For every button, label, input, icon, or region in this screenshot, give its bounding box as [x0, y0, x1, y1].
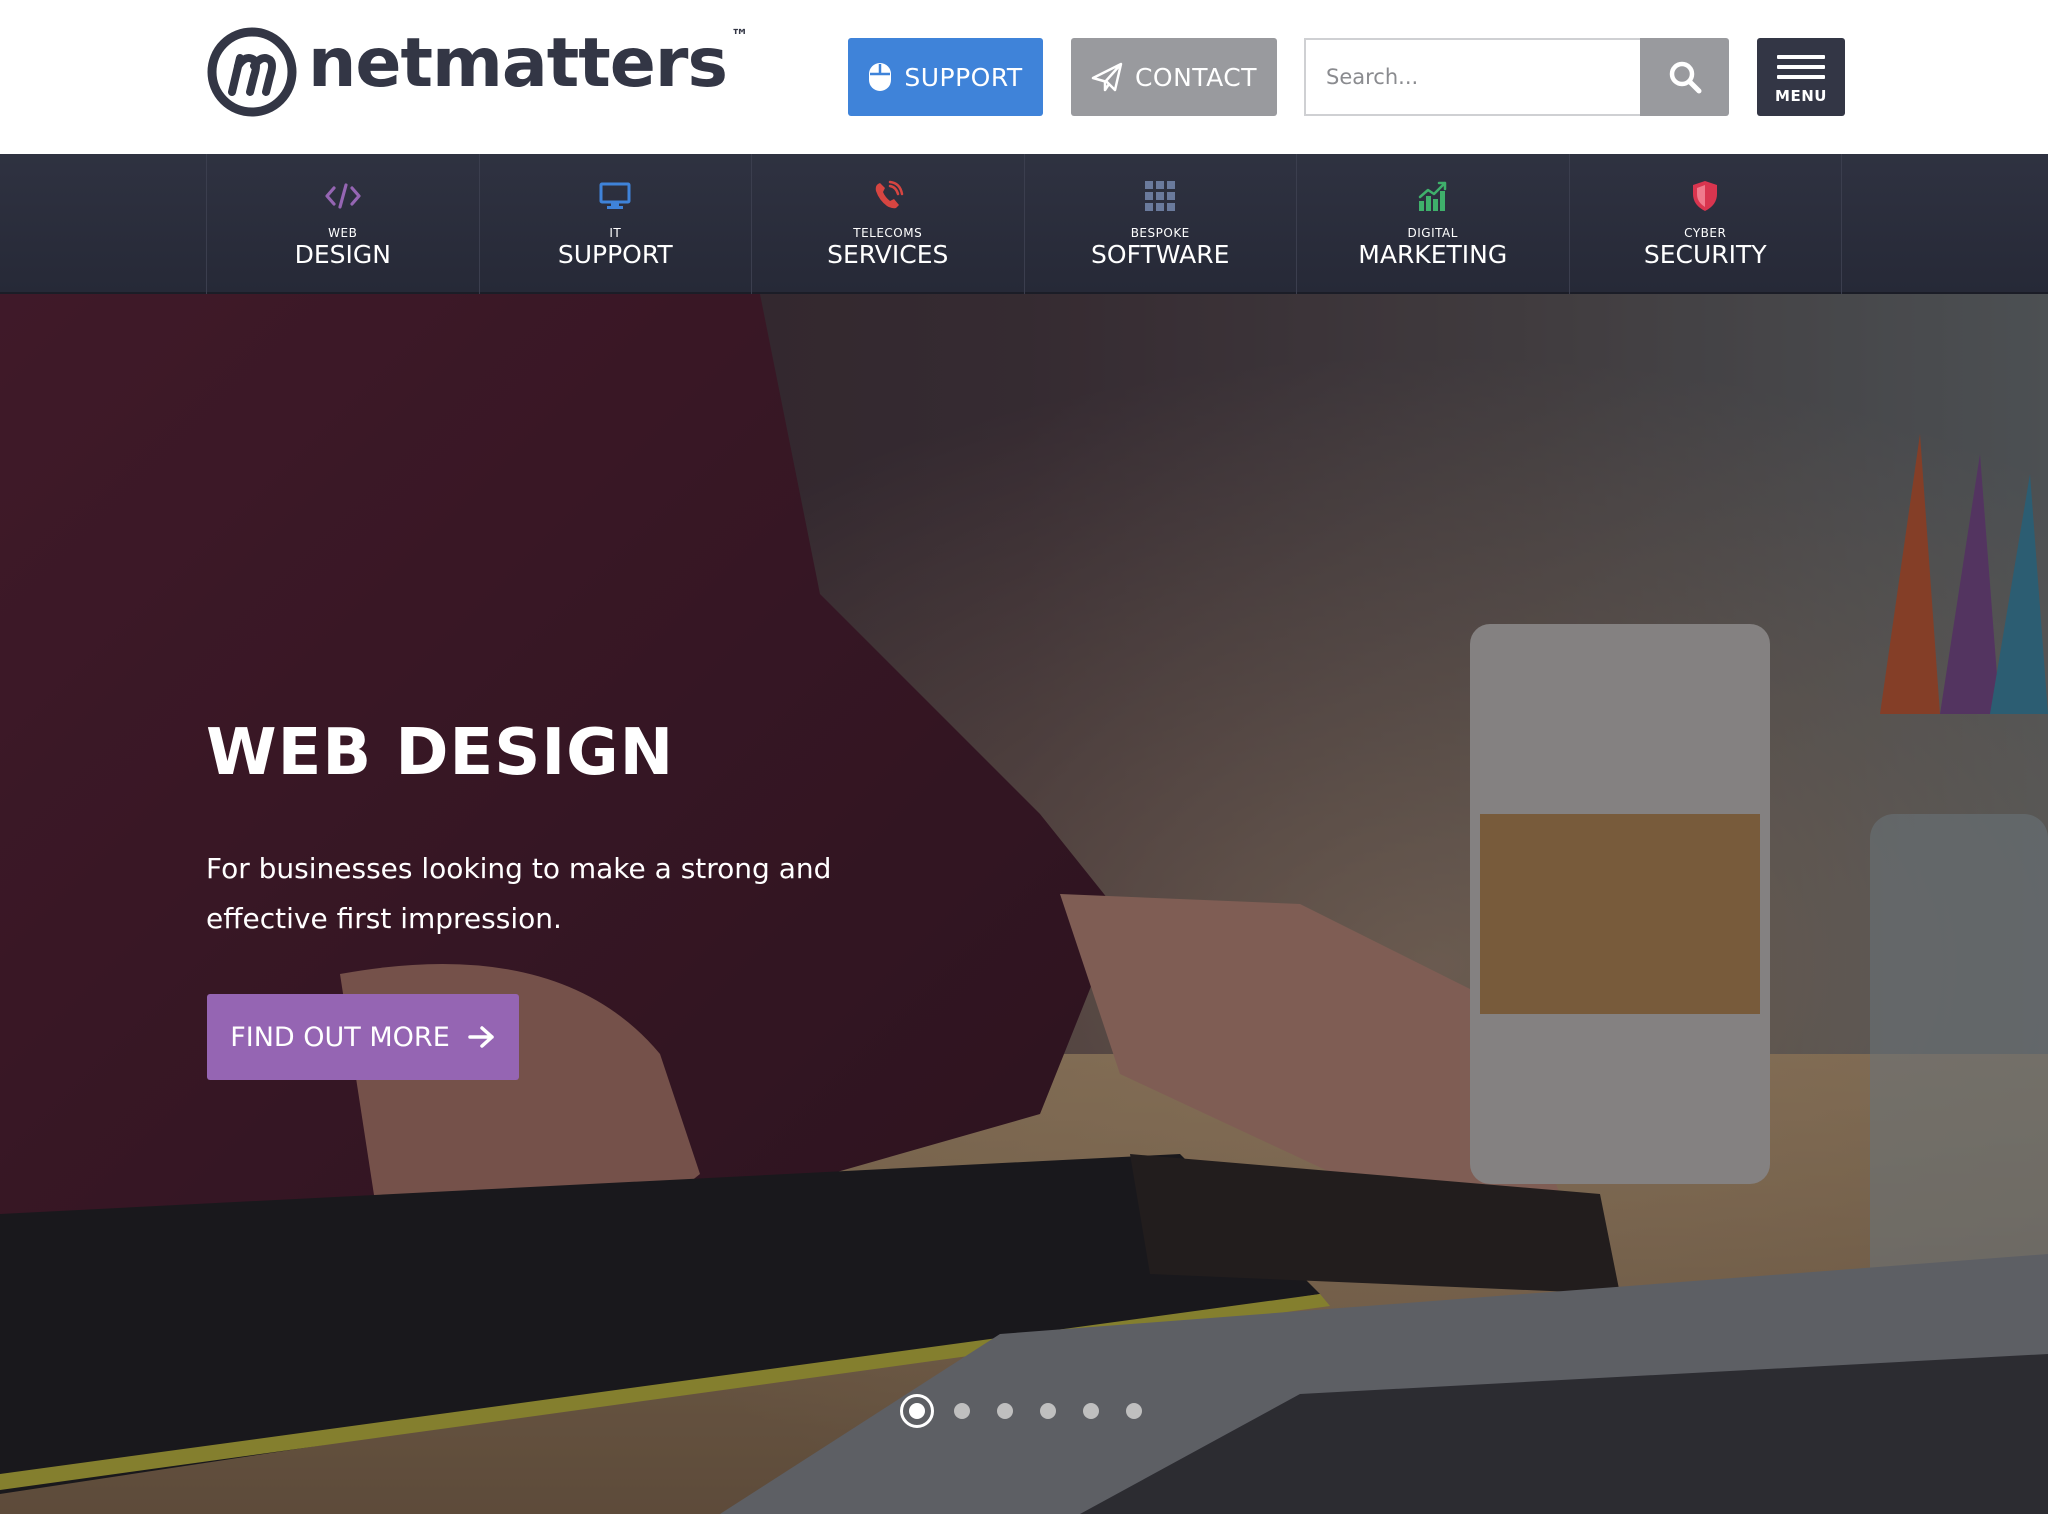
- nav-item-small-label: IT: [609, 226, 622, 240]
- nav-item-small-label: DIGITAL: [1407, 226, 1458, 240]
- mouse-icon: [869, 63, 892, 91]
- contact-button-label: CONTACT: [1134, 62, 1258, 92]
- hero-slider: WEB DESIGN For businesses looking to mak…: [0, 294, 2048, 1514]
- slide-dot[interactable]: [997, 1403, 1013, 1419]
- arrow-right-icon: [468, 1026, 494, 1048]
- support-button-label: SUPPORT: [904, 62, 1023, 92]
- slide-dot[interactable]: [1040, 1403, 1056, 1419]
- nav-item-big-label: SOFTWARE: [1091, 240, 1230, 269]
- hero-title: WEB DESIGN: [206, 716, 675, 790]
- code-icon: [325, 183, 361, 209]
- chart-icon: [1418, 181, 1446, 211]
- slide-dot-active[interactable]: [900, 1394, 934, 1428]
- nav-item-bespoke-software[interactable]: BESPOKE SOFTWARE: [1025, 154, 1297, 294]
- slide-dot[interactable]: [1126, 1403, 1142, 1419]
- search-button[interactable]: [1640, 38, 1729, 116]
- nav-item-big-label: SUPPORT: [557, 240, 673, 269]
- nav-item-small-label: TELECOMS: [853, 226, 923, 240]
- paper-plane-icon: [1091, 62, 1123, 92]
- slide-dot[interactable]: [1083, 1403, 1099, 1419]
- nav-item-cyber-security[interactable]: CYBER SECURITY: [1570, 154, 1842, 294]
- nav-item-telecoms-services[interactable]: TELECOMS SERVICES: [752, 154, 1025, 294]
- site-header: netmatters ™ SUPPORT CONTACT MENU: [0, 0, 2048, 154]
- nav-item-big-label: SECURITY: [1643, 240, 1767, 269]
- slide-dot[interactable]: [954, 1403, 970, 1419]
- nav-item-big-label: MARKETING: [1358, 240, 1508, 269]
- menu-label: MENU: [1775, 87, 1827, 105]
- nav-item-digital-marketing[interactable]: DIGITAL MARKETING: [1297, 154, 1570, 294]
- nav-item-small-label: CYBER: [1684, 226, 1727, 240]
- search-input[interactable]: [1304, 38, 1640, 116]
- logo-mark-icon: [207, 27, 297, 117]
- slider-pagination: [900, 1394, 1169, 1428]
- logo-text: netmatters: [308, 24, 728, 103]
- nav-item-small-label: WEB: [328, 226, 358, 240]
- menu-button[interactable]: MENU: [1757, 38, 1845, 116]
- find-out-more-label: FIND OUT MORE: [230, 1021, 450, 1053]
- netmatters-logo[interactable]: netmatters ™: [206, 24, 749, 120]
- search-icon: [1669, 61, 1701, 94]
- nav-item-it-support[interactable]: IT SUPPORT: [480, 154, 752, 294]
- support-button[interactable]: SUPPORT: [848, 38, 1043, 116]
- hero-description: For businesses looking to make a strong …: [206, 852, 832, 935]
- contact-button[interactable]: CONTACT: [1071, 38, 1277, 116]
- logo-trademark: ™: [730, 25, 749, 47]
- find-out-more-button[interactable]: FIND OUT MORE: [207, 994, 519, 1080]
- nav-item-big-label: SERVICES: [827, 240, 949, 269]
- nav-item-web-design[interactable]: WEB DESIGN: [207, 154, 480, 294]
- monitor-icon: [599, 182, 631, 209]
- grid-icon: [1145, 181, 1176, 211]
- shield-icon: [1693, 181, 1718, 211]
- nav-item-big-label: DESIGN: [294, 240, 391, 269]
- hamburger-icon: [1777, 49, 1825, 85]
- services-nav: WEB DESIGN IT SUPPORT TELECOMS SERVICES …: [0, 154, 2048, 294]
- phone-icon: [875, 180, 903, 209]
- nav-item-small-label: BESPOKE: [1130, 226, 1190, 240]
